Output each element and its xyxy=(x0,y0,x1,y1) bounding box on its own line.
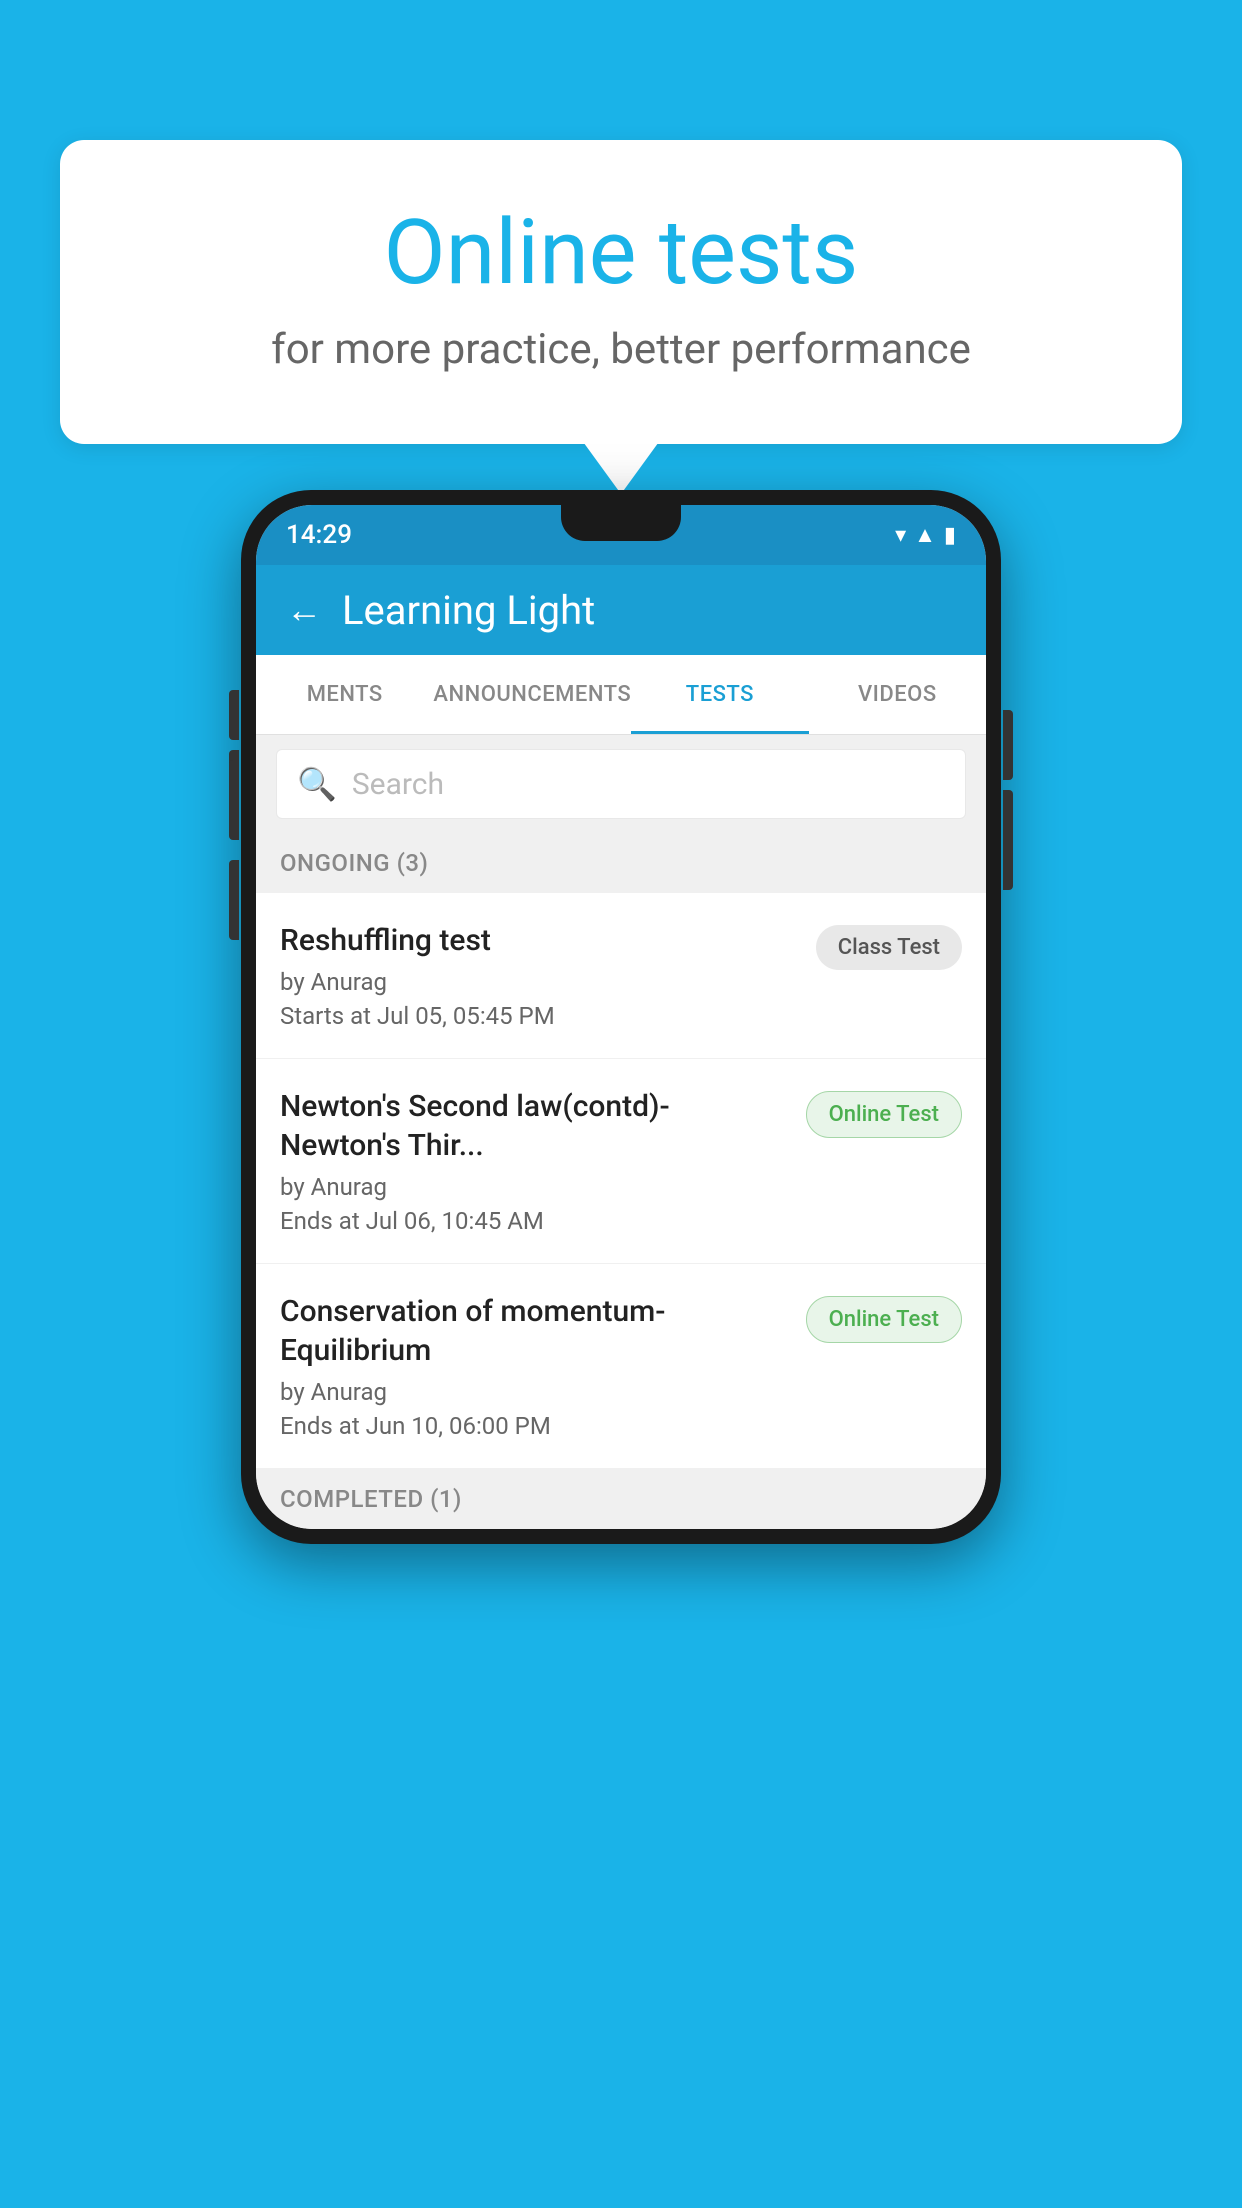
speech-bubble-title: Online tests xyxy=(140,200,1102,305)
test-info-1: Reshuffling test by Anurag Starts at Jul… xyxy=(280,921,816,1030)
phone: 14:29 ▾ ▲ ▮ ← Learning Light MENTS ANNOU… xyxy=(241,490,1001,1544)
test-info-3: Conservation of momentum-Equilibrium by … xyxy=(280,1292,806,1440)
test-name-1: Reshuffling test xyxy=(280,921,796,960)
search-input-container[interactable]: 🔍 Search xyxy=(276,749,966,819)
tabs: MENTS ANNOUNCEMENTS TESTS VIDEOS xyxy=(256,655,986,735)
search-icon: 🔍 xyxy=(297,765,337,803)
phone-container: 14:29 ▾ ▲ ▮ ← Learning Light MENTS ANNOU… xyxy=(241,490,1001,1544)
tab-announcements[interactable]: ANNOUNCEMENTS xyxy=(433,655,631,734)
speech-bubble-container: Online tests for more practice, better p… xyxy=(60,140,1182,444)
test-item-1[interactable]: Reshuffling test by Anurag Starts at Jul… xyxy=(256,893,986,1059)
test-list: Reshuffling test by Anurag Starts at Jul… xyxy=(256,893,986,1469)
tab-videos[interactable]: VIDEOS xyxy=(809,655,986,734)
test-author-2: by Anurag xyxy=(280,1173,786,1201)
tab-ments[interactable]: MENTS xyxy=(256,655,433,734)
phone-right-button xyxy=(1003,710,1013,780)
status-time: 14:29 xyxy=(286,520,352,550)
app-header: ← Learning Light xyxy=(256,565,986,655)
signal-icon: ▲ xyxy=(914,522,936,548)
battery-icon: ▮ xyxy=(944,523,956,548)
test-date-1: Starts at Jul 05, 05:45 PM xyxy=(280,1002,796,1030)
search-placeholder: Search xyxy=(352,767,444,802)
test-date-2: Ends at Jul 06, 10:45 AM xyxy=(280,1207,786,1235)
test-item-3[interactable]: Conservation of momentum-Equilibrium by … xyxy=(256,1264,986,1469)
back-button[interactable]: ← xyxy=(286,589,322,631)
phone-left-button-2 xyxy=(229,760,239,840)
completed-section-header: COMPLETED (1) xyxy=(256,1469,986,1529)
search-bar: 🔍 Search xyxy=(256,735,986,833)
speech-bubble-subtitle: for more practice, better performance xyxy=(140,325,1102,374)
test-name-2: Newton's Second law(contd)-Newton's Thir… xyxy=(280,1087,786,1165)
test-author-1: by Anurag xyxy=(280,968,796,996)
phone-notch xyxy=(561,505,681,541)
test-badge-3: Online Test xyxy=(806,1296,962,1343)
phone-left-button-3 xyxy=(229,860,239,940)
ongoing-section-header: ONGOING (3) xyxy=(256,833,986,893)
status-icons: ▾ ▲ ▮ xyxy=(895,522,956,548)
completed-section-title: COMPLETED (1) xyxy=(280,1485,462,1513)
test-date-3: Ends at Jun 10, 06:00 PM xyxy=(280,1412,786,1440)
test-name-3: Conservation of momentum-Equilibrium xyxy=(280,1292,786,1370)
app-title: Learning Light xyxy=(342,587,595,634)
phone-left-button-1 xyxy=(229,690,239,740)
test-badge-1: Class Test xyxy=(816,925,962,970)
test-author-3: by Anurag xyxy=(280,1378,786,1406)
test-info-2: Newton's Second law(contd)-Newton's Thir… xyxy=(280,1087,806,1235)
test-item-2[interactable]: Newton's Second law(contd)-Newton's Thir… xyxy=(256,1059,986,1264)
test-badge-2: Online Test xyxy=(806,1091,962,1138)
wifi-icon: ▾ xyxy=(895,523,906,548)
phone-screen: 14:29 ▾ ▲ ▮ ← Learning Light MENTS ANNOU… xyxy=(256,505,986,1529)
speech-bubble: Online tests for more practice, better p… xyxy=(60,140,1182,444)
ongoing-section-title: ONGOING (3) xyxy=(280,849,428,877)
tab-tests[interactable]: TESTS xyxy=(631,655,808,734)
